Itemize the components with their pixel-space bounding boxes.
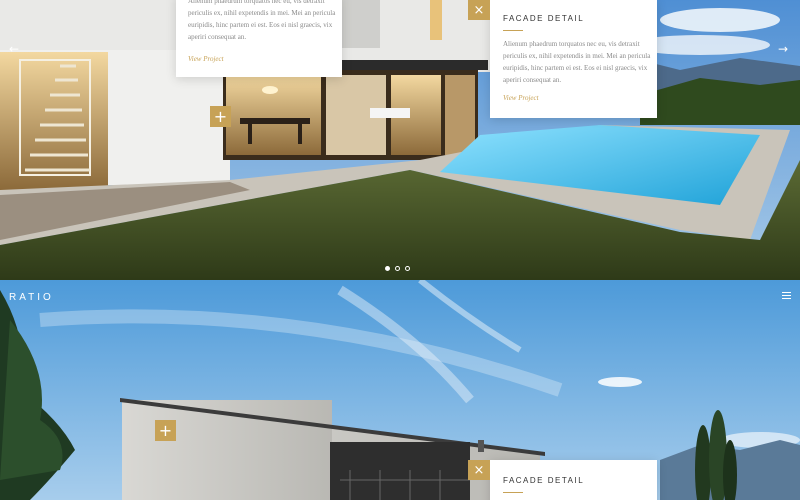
close-icon[interactable]: ×	[468, 0, 490, 20]
plus-icon[interactable]: +	[155, 420, 176, 441]
title-divider	[503, 492, 523, 493]
concrete-house-image	[0, 280, 800, 500]
brand-logo[interactable]: RATIO	[9, 292, 54, 303]
view-project-link[interactable]: View Project	[503, 94, 539, 102]
project-card-right: FACADE DETAIL	[490, 460, 657, 500]
project-card-left: Alienum phaedrum torquatos nec eu, vis d…	[176, 0, 342, 77]
hero-slide-villa: Alienum phaedrum torquatos nec eu, vis d…	[0, 0, 800, 280]
card-title: FACADE DETAIL	[503, 14, 585, 23]
project-card-right: FACADE DETAIL Alienum phaedrum torquatos…	[490, 0, 657, 118]
hero-slide-concrete-house: RATIO + FACADE DETAIL ×	[0, 280, 800, 500]
villa-pool-image	[0, 0, 800, 280]
slider-dot[interactable]	[395, 266, 400, 271]
project-card-description: Alienum phaedrum torquatos nec eu, vis d…	[503, 40, 651, 84]
slider-pagination	[385, 266, 410, 271]
project-card-description: Alienum phaedrum torquatos nec eu, vis d…	[188, 0, 336, 41]
plus-icon[interactable]: +	[210, 106, 231, 127]
close-icon[interactable]: ×	[468, 460, 490, 480]
title-divider	[503, 30, 523, 31]
arrow-right-icon[interactable]: →	[778, 43, 788, 55]
view-project-link[interactable]: View Project	[188, 55, 224, 63]
arrow-left-icon[interactable]: ←	[9, 43, 19, 55]
slider-dot[interactable]	[385, 266, 390, 271]
slider-dot[interactable]	[405, 266, 410, 271]
hamburger-menu-icon[interactable]	[782, 292, 791, 301]
card-title: FACADE DETAIL	[503, 476, 585, 485]
